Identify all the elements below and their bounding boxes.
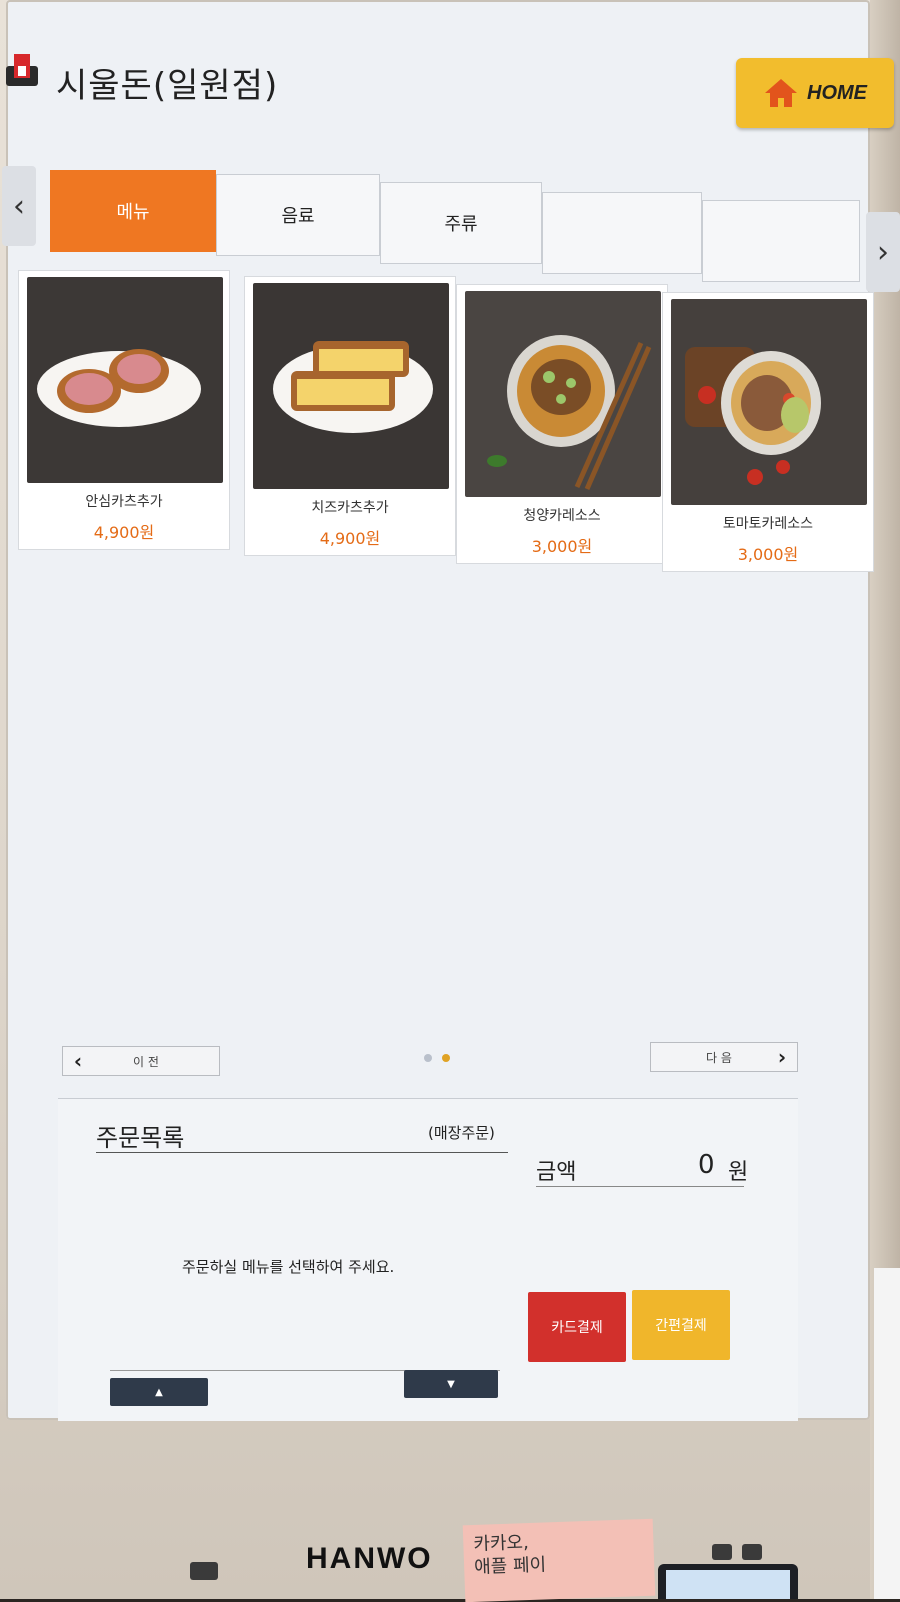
order-list-title: 주문목록 bbox=[96, 1124, 185, 1152]
payment-sticky-note: 카카오, 애플 페이 bbox=[462, 1518, 656, 1602]
qr-scanner-icon bbox=[742, 1544, 762, 1560]
fillet-katsu-photo bbox=[27, 277, 223, 483]
sticky-note-line-2: 애플 페이 bbox=[473, 1554, 547, 1579]
receipt-printer-icon bbox=[190, 1562, 218, 1580]
chevron-right-icon: › bbox=[777, 1045, 787, 1069]
chevron-left-icon: ‹ bbox=[73, 1049, 83, 1073]
menu-item-name: 토마토카레소스 bbox=[722, 516, 814, 532]
page-dot-1 bbox=[424, 1054, 432, 1062]
chevron-left-icon: ‹ bbox=[13, 188, 25, 224]
empty-order-message: 주문하실 메뉴를 선택하여 주세요. bbox=[182, 1258, 395, 1276]
menu-item[interactable]: 토마토카레소스 3,000원 bbox=[662, 292, 874, 572]
house-icon bbox=[765, 79, 797, 107]
menu-item-price: 4,900원 bbox=[319, 529, 381, 548]
page-dot-2-active bbox=[442, 1054, 450, 1062]
order-type-label: (매장주문) bbox=[428, 1124, 495, 1142]
tab-menu[interactable]: 메뉴 bbox=[50, 170, 216, 252]
brand-logo-icon bbox=[6, 54, 38, 86]
home-button[interactable]: HOME bbox=[736, 58, 894, 128]
amount-unit: 원 bbox=[728, 1160, 749, 1185]
prev-page-button[interactable]: ‹ 이 전 bbox=[62, 1046, 220, 1076]
next-page-label: 다 음 bbox=[706, 1050, 732, 1065]
next-page-button[interactable]: 다 음 › bbox=[650, 1042, 798, 1072]
menu-item[interactable]: 청양카레소스 3,000원 bbox=[456, 284, 668, 564]
amount-divider bbox=[536, 1186, 744, 1187]
tabs-prev-arrow[interactable]: ‹ bbox=[2, 166, 36, 246]
menu-item-name: 치즈카츠추가 bbox=[311, 500, 389, 516]
home-label: HOME bbox=[807, 81, 867, 104]
easy-payment-button[interactable]: 간편결제 bbox=[632, 1290, 730, 1360]
menu-item-price: 4,900원 bbox=[93, 523, 155, 542]
amount-label: 금액 bbox=[536, 1160, 577, 1185]
cheese-katsu-photo bbox=[253, 283, 449, 489]
cheongyang-curry-photo bbox=[465, 291, 661, 497]
chevron-right-icon: › bbox=[877, 234, 889, 270]
menu-item[interactable]: 치즈카츠추가 4,900원 bbox=[244, 276, 456, 556]
tab-drinks[interactable]: 음료 bbox=[216, 174, 380, 256]
menu-item-price: 3,000원 bbox=[737, 545, 799, 564]
scroll-down-button[interactable]: ▼ bbox=[404, 1370, 498, 1398]
triangle-down-icon: ▼ bbox=[447, 1378, 455, 1390]
amount-value: 0 bbox=[698, 1150, 715, 1180]
tabs-next-arrow[interactable]: › bbox=[866, 212, 900, 292]
tab-empty-1[interactable] bbox=[542, 192, 702, 274]
scroll-up-button[interactable]: ▲ bbox=[110, 1378, 208, 1406]
prev-page-label: 이 전 bbox=[133, 1054, 159, 1069]
tab-liquor[interactable]: 주류 bbox=[380, 182, 542, 264]
tomato-curry-photo bbox=[671, 299, 867, 505]
store-title: 시울돈(일원점) bbox=[56, 66, 279, 106]
menu-item[interactable]: 안심카츠추가 4,900원 bbox=[18, 270, 230, 550]
menu-item-name: 안심카츠추가 bbox=[85, 494, 163, 510]
card-payment-button[interactable]: 카드결제 bbox=[528, 1292, 626, 1362]
tab-empty-2[interactable] bbox=[702, 200, 860, 282]
card-slot-icon bbox=[712, 1544, 732, 1560]
order-title-divider bbox=[96, 1152, 508, 1153]
menu-item-price: 3,000원 bbox=[531, 537, 593, 556]
paper-sheet bbox=[874, 1268, 900, 1599]
triangle-up-icon: ▲ bbox=[155, 1386, 163, 1398]
kiosk-brand: HANWO bbox=[306, 1542, 433, 1575]
menu-item-name: 청양카레소스 bbox=[523, 508, 601, 524]
payment-reader-screen bbox=[666, 1570, 790, 1599]
